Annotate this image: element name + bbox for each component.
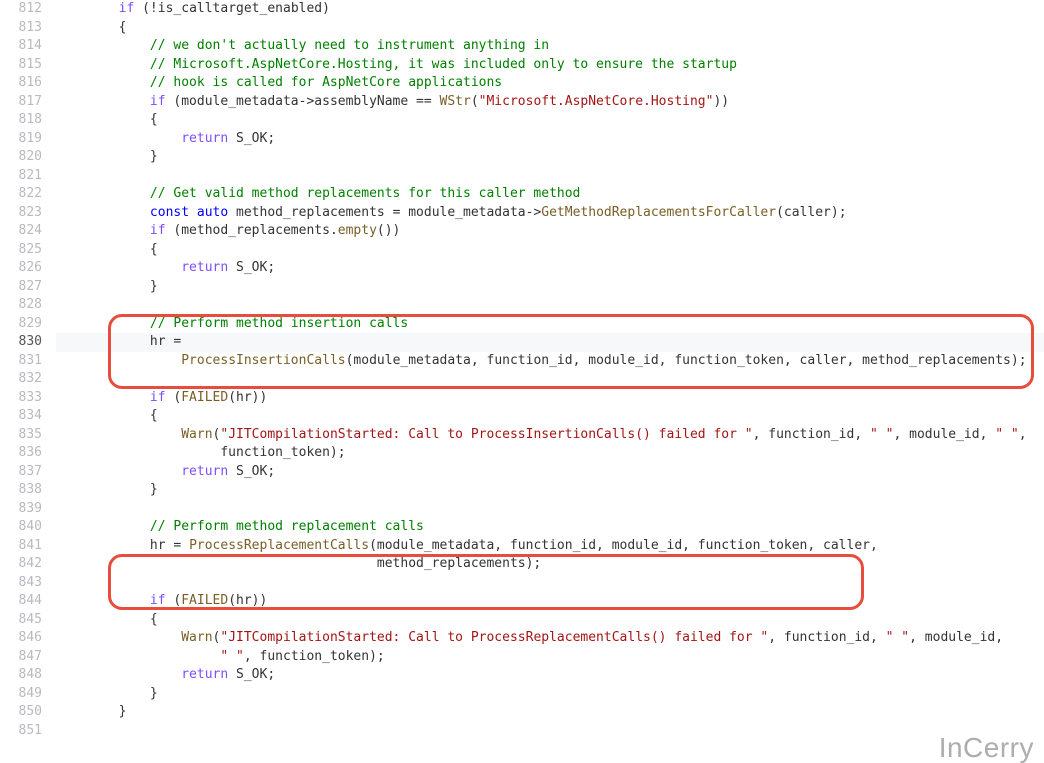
- line-number: 812: [0, 0, 56, 19]
- code-line[interactable]: if (method_replacements.empty()): [56, 222, 1044, 241]
- line-number: 836: [0, 444, 56, 463]
- code-line[interactable]: if (module_metadata->assemblyName == WSt…: [56, 93, 1044, 112]
- line-number: 831: [0, 352, 56, 371]
- line-number: 813: [0, 19, 56, 38]
- code-line[interactable]: [56, 167, 1044, 186]
- code-line[interactable]: if (FAILED(hr)): [56, 389, 1044, 408]
- code-area[interactable]: if (!is_calltarget_enabled) { // we don'…: [56, 0, 1044, 740]
- code-line[interactable]: Warn("JITCompilationStarted: Call to Pro…: [56, 426, 1044, 445]
- code-line[interactable]: }: [56, 685, 1044, 704]
- code-line[interactable]: return S_OK;: [56, 130, 1044, 149]
- code-line[interactable]: return S_OK;: [56, 259, 1044, 278]
- code-line[interactable]: [56, 574, 1044, 593]
- line-number: 841: [0, 537, 56, 556]
- code-line[interactable]: // Perform method insertion calls: [56, 315, 1044, 334]
- code-line[interactable]: // we don't actually need to instrument …: [56, 37, 1044, 56]
- line-number: 817: [0, 93, 56, 112]
- line-number: 839: [0, 500, 56, 519]
- line-number: 835: [0, 426, 56, 445]
- line-number: 847: [0, 648, 56, 667]
- code-line[interactable]: hr = ProcessReplacementCalls(module_meta…: [56, 537, 1044, 556]
- code-line[interactable]: " ", function_token);: [56, 648, 1044, 667]
- code-line[interactable]: }: [56, 703, 1044, 722]
- code-line[interactable]: {: [56, 407, 1044, 426]
- code-line[interactable]: [56, 296, 1044, 315]
- code-line[interactable]: {: [56, 611, 1044, 630]
- line-number: 838: [0, 481, 56, 500]
- line-number: 833: [0, 389, 56, 408]
- code-line[interactable]: [56, 500, 1044, 519]
- line-number: 830: [0, 333, 56, 352]
- code-line[interactable]: const auto method_replacements = module_…: [56, 204, 1044, 223]
- line-number: 826: [0, 259, 56, 278]
- line-number: 834: [0, 407, 56, 426]
- line-number: 837: [0, 463, 56, 482]
- line-number: 846: [0, 629, 56, 648]
- line-number: 845: [0, 611, 56, 630]
- code-line[interactable]: }: [56, 481, 1044, 500]
- line-number: 825: [0, 241, 56, 260]
- code-line[interactable]: return S_OK;: [56, 666, 1044, 685]
- line-number: 822: [0, 185, 56, 204]
- line-number: 843: [0, 574, 56, 593]
- code-line[interactable]: // Get valid method replacements for thi…: [56, 185, 1044, 204]
- line-number: 849: [0, 685, 56, 704]
- code-line[interactable]: if (!is_calltarget_enabled): [56, 0, 1044, 19]
- code-line[interactable]: [56, 722, 1044, 741]
- code-line[interactable]: return S_OK;: [56, 463, 1044, 482]
- line-number: 816: [0, 74, 56, 93]
- line-number: 820: [0, 148, 56, 167]
- code-line[interactable]: if (FAILED(hr)): [56, 592, 1044, 611]
- code-viewer: 8128138148158168178188198208218228238248…: [0, 0, 1044, 763]
- line-number: 832: [0, 370, 56, 389]
- code-line[interactable]: hr =: [56, 333, 1044, 352]
- code-line[interactable]: ProcessInsertionCalls(module_metadata, f…: [56, 352, 1044, 371]
- line-number: 819: [0, 130, 56, 149]
- line-number: 821: [0, 167, 56, 186]
- line-number: 828: [0, 296, 56, 315]
- code-line[interactable]: {: [56, 19, 1044, 38]
- code-line[interactable]: // Perform method replacement calls: [56, 518, 1044, 537]
- code-line[interactable]: method_replacements);: [56, 555, 1044, 574]
- line-number: 827: [0, 278, 56, 297]
- code-line[interactable]: Warn("JITCompilationStarted: Call to Pro…: [56, 629, 1044, 648]
- line-number: 818: [0, 111, 56, 130]
- code-line[interactable]: // hook is called for AspNetCore applica…: [56, 74, 1044, 93]
- code-line[interactable]: [56, 370, 1044, 389]
- line-number: 844: [0, 592, 56, 611]
- code-line[interactable]: function_token);: [56, 444, 1044, 463]
- watermark-text: InCerry: [939, 739, 1034, 758]
- line-number: 829: [0, 315, 56, 334]
- code-line[interactable]: {: [56, 111, 1044, 130]
- line-number: 840: [0, 518, 56, 537]
- line-number: 848: [0, 666, 56, 685]
- code-line[interactable]: }: [56, 278, 1044, 297]
- code-line[interactable]: }: [56, 148, 1044, 167]
- line-number: 814: [0, 37, 56, 56]
- line-number: 815: [0, 56, 56, 75]
- line-number: 824: [0, 222, 56, 241]
- line-number: 850: [0, 703, 56, 722]
- line-number: 823: [0, 204, 56, 223]
- code-line[interactable]: {: [56, 241, 1044, 260]
- line-number-gutter: 8128138148158168178188198208218228238248…: [0, 0, 56, 740]
- code-line[interactable]: // Microsoft.AspNetCore.Hosting, it was …: [56, 56, 1044, 75]
- line-number: 851: [0, 722, 56, 741]
- line-number: 842: [0, 555, 56, 574]
